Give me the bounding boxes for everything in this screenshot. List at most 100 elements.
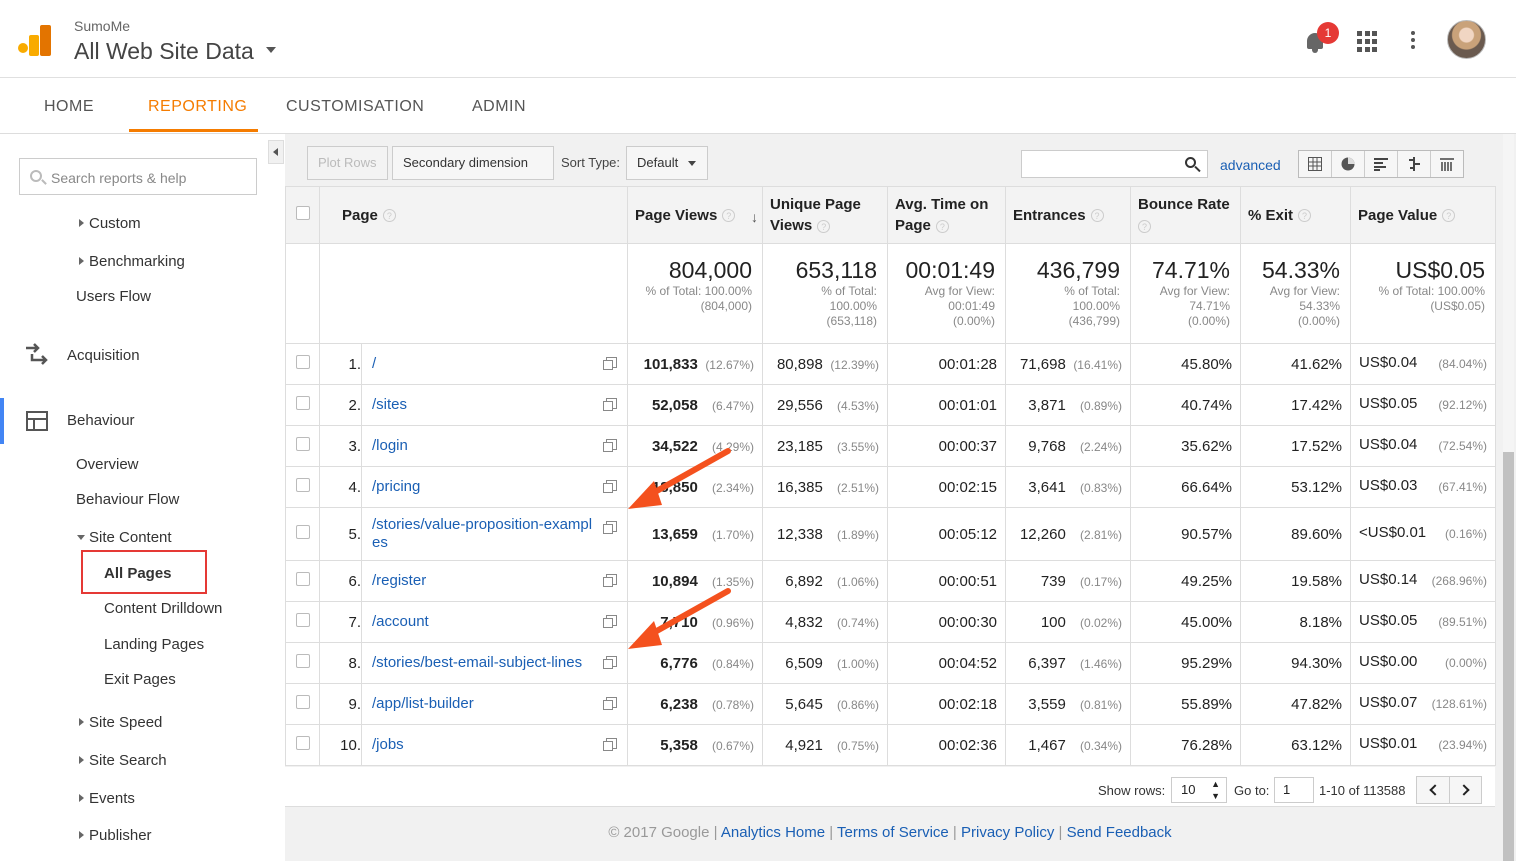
row-checkbox[interactable] — [295, 654, 310, 668]
row-checkbox-cell[interactable] — [285, 683, 320, 725]
open-page-icon[interactable] — [603, 656, 618, 669]
expand-publisher-icon[interactable] — [79, 831, 84, 839]
plot-rows-button[interactable]: Plot Rows — [307, 146, 388, 180]
col-header-exit[interactable]: % Exit? — [1240, 186, 1352, 244]
next-page-button[interactable] — [1450, 777, 1482, 803]
help-icon[interactable]: ? — [1090, 209, 1104, 223]
show-rows-select[interactable]: 10 ▲ ▼ — [1171, 777, 1227, 803]
table-row[interactable]: 6./register 10,894 (1.35%) 6,892 (1.06%) 00… — [285, 560, 1497, 602]
select-all-checkbox-cell[interactable] — [285, 186, 320, 244]
table-row[interactable]: 9./app/list-builder 6,238 (0.78%) 5,645 (0… — [285, 683, 1497, 725]
tab-customisation[interactable]: CUSTOMISATION — [286, 98, 424, 116]
select-all-checkbox[interactable] — [295, 205, 310, 220]
sidebar-item-behaviour[interactable]: Behaviour — [67, 412, 135, 429]
sidebar-item-acquisition[interactable]: Acquisition — [67, 347, 140, 364]
page-link[interactable]: /account — [372, 613, 429, 630]
col-header-page-value[interactable]: Page Value? — [1350, 186, 1497, 244]
row-checkbox[interactable] — [295, 525, 310, 539]
page-link[interactable]: /pricing — [372, 478, 420, 495]
row-checkbox-cell[interactable] — [285, 384, 320, 426]
table-row[interactable]: 3./login 34,522 (4.29%) 23,185 (3.55%) 00:0… — [285, 425, 1497, 467]
sidebar-item-site-speed[interactable]: Site Speed — [89, 714, 162, 731]
help-icon[interactable]: ? — [1442, 209, 1456, 223]
table-row[interactable]: 7./account 7,710 (0.96%) 4,832 (0.74%) 00:0… — [285, 601, 1497, 643]
table-filter-input[interactable] — [1021, 150, 1177, 178]
row-checkbox-cell[interactable] — [285, 466, 320, 508]
row-checkbox-cell[interactable] — [285, 507, 320, 561]
col-header-avg-time[interactable]: Avg. Time on Page? — [887, 186, 1007, 244]
col-header-unique-page-views[interactable]: Unique Page Views? — [762, 186, 889, 244]
col-header-page-views[interactable]: Page Views? ↓ — [627, 186, 764, 244]
row-checkbox-cell[interactable] — [285, 425, 320, 467]
page-link[interactable]: /sites — [372, 396, 407, 413]
help-icon[interactable]: ? — [817, 219, 831, 233]
secondary-dimension-dropdown[interactable]: Secondary dimension — [392, 146, 554, 199]
privacy-link[interactable]: Privacy Policy — [961, 824, 1054, 841]
help-icon[interactable]: ? — [1298, 209, 1312, 223]
open-page-icon[interactable] — [603, 480, 618, 493]
row-checkbox[interactable] — [295, 478, 310, 492]
col-header-entrances[interactable]: Entrances? — [1005, 186, 1132, 244]
advanced-filter-link[interactable]: advanced — [1220, 157, 1281, 173]
sidebar-item-events[interactable]: Events — [89, 790, 135, 807]
sidebar-item-users-flow[interactable]: Users Flow — [76, 288, 151, 305]
expand-site-speed-icon[interactable] — [79, 718, 84, 726]
comparison-view-icon[interactable] — [1398, 151, 1431, 177]
prev-page-button[interactable] — [1417, 777, 1450, 803]
open-page-icon[interactable] — [603, 615, 618, 628]
tab-admin[interactable]: ADMIN — [472, 98, 526, 116]
sidebar-item-landing-pages[interactable]: Landing Pages — [104, 636, 204, 653]
tab-reporting[interactable]: REPORTING — [148, 98, 247, 116]
table-row[interactable]: 10./jobs 5,358 (0.67%) 4,921 (0.75%) 00:02:… — [285, 724, 1497, 766]
row-checkbox-cell[interactable] — [285, 601, 320, 643]
open-page-icon[interactable] — [603, 738, 618, 751]
help-icon[interactable]: ? — [722, 209, 736, 223]
apps-grid-icon[interactable] — [1357, 31, 1379, 53]
table-view-icon[interactable] — [1299, 151, 1332, 177]
row-checkbox-cell[interactable] — [285, 724, 320, 766]
page-link[interactable]: /stories/best-email-subject-lines — [372, 654, 582, 671]
row-checkbox-cell[interactable] — [285, 560, 320, 602]
analytics-home-link[interactable]: Analytics Home — [721, 824, 825, 841]
expand-benchmarking-icon[interactable] — [79, 257, 84, 265]
view-selector-caret-icon[interactable] — [266, 47, 276, 53]
help-icon[interactable]: ? — [1138, 219, 1152, 233]
collapse-sidebar-button[interactable] — [268, 140, 284, 164]
feedback-link[interactable]: Send Feedback — [1067, 824, 1172, 841]
page-link[interactable]: /jobs — [372, 736, 404, 753]
row-checkbox-cell[interactable] — [285, 343, 320, 385]
collapse-site-content-icon[interactable] — [77, 535, 85, 540]
open-page-icon[interactable] — [603, 521, 618, 534]
sidebar-item-benchmarking[interactable]: Benchmarking — [89, 253, 185, 270]
sidebar-item-all-pages[interactable]: All Pages — [104, 565, 172, 582]
expand-custom-icon[interactable] — [79, 219, 84, 227]
row-checkbox-cell[interactable] — [285, 642, 320, 684]
tab-home[interactable]: HOME — [44, 98, 94, 116]
scrollbar-thumb[interactable] — [1503, 452, 1514, 861]
sort-descending-icon[interactable]: ↓ — [751, 207, 758, 228]
terms-link[interactable]: Terms of Service — [837, 824, 949, 841]
row-checkbox[interactable] — [295, 355, 310, 369]
row-checkbox[interactable] — [295, 695, 310, 709]
sidebar-item-custom[interactable]: Custom — [89, 215, 141, 232]
table-row[interactable]: 2./sites 52,058 (6.47%) 29,556 (4.53%) 00:0… — [285, 384, 1497, 426]
table-row[interactable]: 4./pricing 18,850 (2.34%) 16,385 (2.51%) 00… — [285, 466, 1497, 508]
notification-badge[interactable]: 1 — [1317, 22, 1339, 44]
sidebar-item-content-drilldown[interactable]: Content Drilldown — [104, 600, 222, 617]
account-name[interactable]: SumoMe — [74, 18, 130, 34]
table-row[interactable]: 8. /stories/best-email-subject-lines 6,776… — [285, 642, 1497, 684]
page-link[interactable]: /login — [372, 437, 408, 454]
more-options-icon[interactable] — [1411, 31, 1417, 51]
analytics-logo-icon[interactable] — [18, 25, 52, 57]
col-header-page[interactable]: Page? — [318, 186, 629, 244]
page-link[interactable]: / — [372, 355, 376, 372]
page-link[interactable]: /app/list-builder — [372, 695, 474, 712]
sidebar-item-exit-pages[interactable]: Exit Pages — [104, 671, 176, 688]
open-page-icon[interactable] — [603, 697, 618, 710]
sidebar-item-behaviour-flow[interactable]: Behaviour Flow — [76, 491, 179, 508]
filter-search-button[interactable] — [1176, 150, 1208, 178]
table-row[interactable]: 5. /stories/value-proposition-examples 13,… — [285, 507, 1497, 561]
open-page-icon[interactable] — [603, 439, 618, 452]
avatar[interactable] — [1447, 20, 1486, 59]
row-checkbox[interactable] — [295, 613, 310, 627]
